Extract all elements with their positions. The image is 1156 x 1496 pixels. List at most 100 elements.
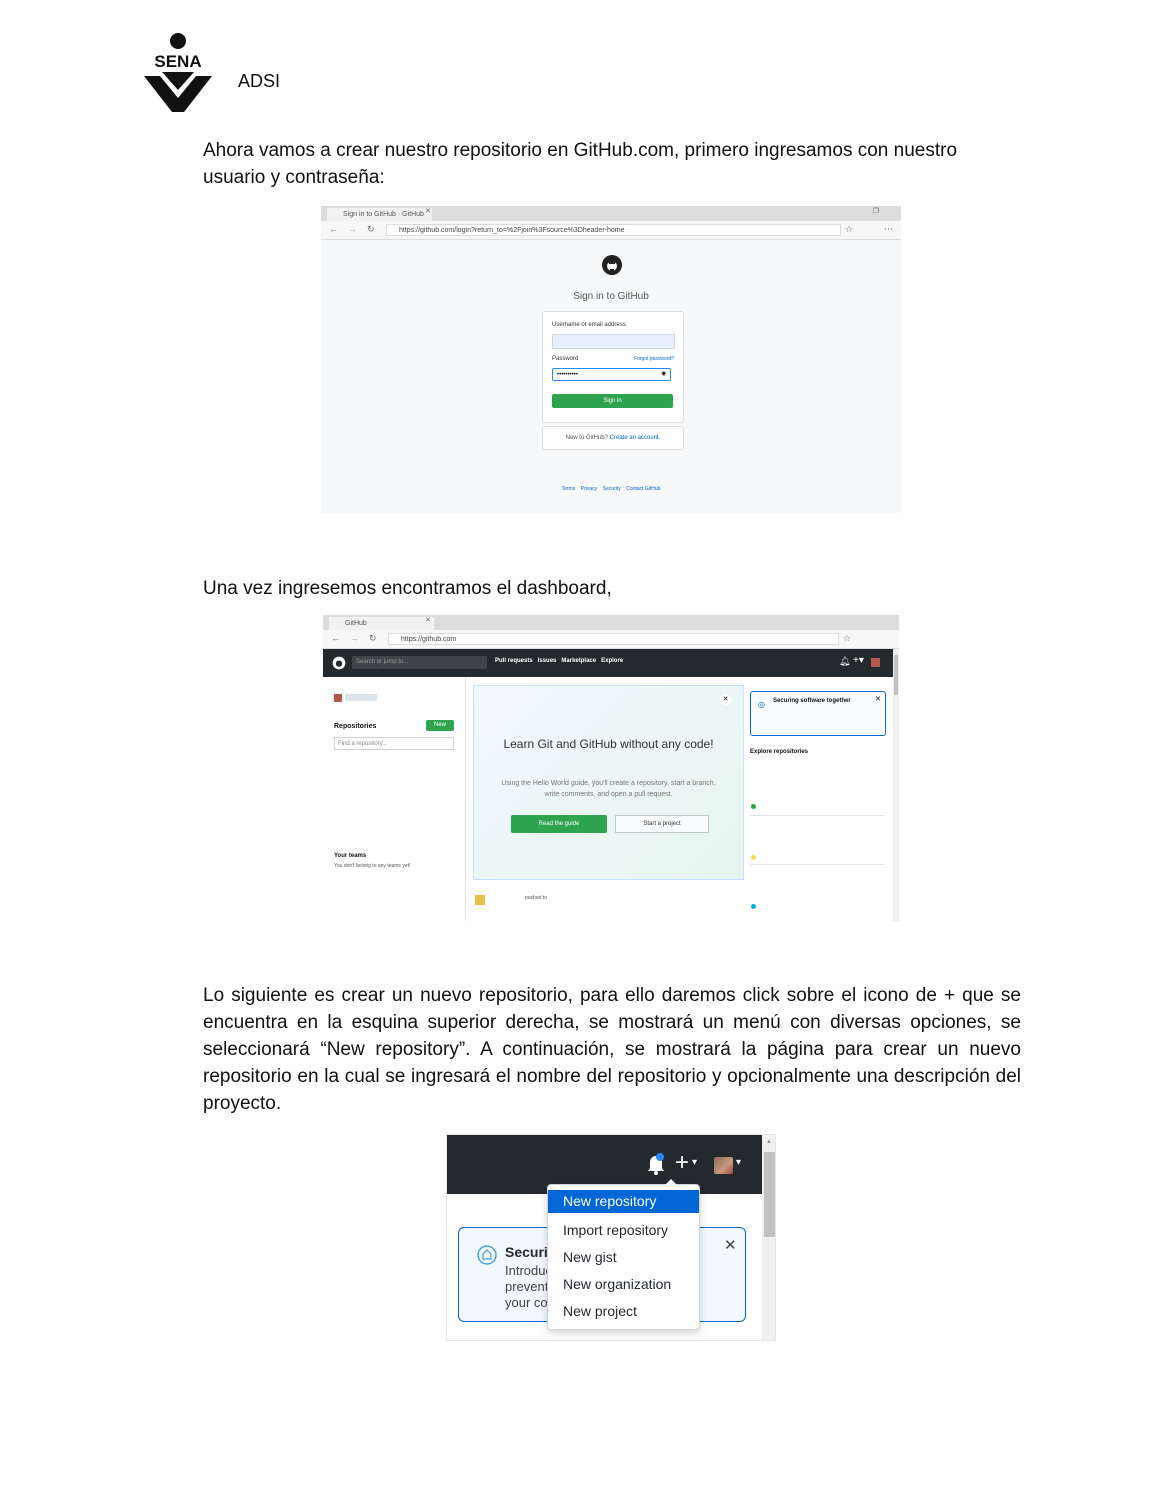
window-restore-icon[interactable]: ❐ [873,207,879,215]
password-input[interactable]: •••••••••• [552,368,671,381]
dashboard-screenshot: GitHub ✕ ← → ↻ https://github.com ☆ Sear… [323,615,899,921]
chevron-down-icon[interactable]: ▾ [692,1157,697,1168]
sena-logo-icon: SENA [144,33,212,112]
learn-text: Using the Hello World guide, you'll crea… [501,780,716,798]
tab-close-icon[interactable]: ✕ [425,616,431,624]
securing-title: Securing software together [773,698,851,704]
paragraph-dashboard: Una vez ingresemos encontramos el dashbo… [203,578,612,599]
search-input[interactable]: Search or jump to... [352,656,487,669]
avatar[interactable] [714,1157,733,1174]
github-octocat-icon[interactable] [332,656,346,670]
securing-card: ◎ Securing software together ✕ [750,691,886,736]
footer-link-privacy[interactable]: Privacy [581,486,597,492]
back-icon[interactable]: ← [331,633,340,643]
browser-tab[interactable]: GitHub [329,617,434,630]
explore-title: Explore repositories [750,749,809,755]
signin-heading: Sign in to GitHub [573,291,649,302]
language-dot [751,855,756,860]
shield-icon [477,1245,497,1265]
user-switcher[interactable] [345,694,377,701]
start-project-button[interactable]: Start a project [615,815,709,833]
browser-tabbar: GitHub ✕ [323,615,899,630]
username-label: Username or email address [552,322,626,328]
reload-icon[interactable]: ↻ [367,224,375,235]
footer-links: Terms Privacy Security Contact GitHub [321,486,901,492]
close-icon[interactable]: ✕ [875,695,881,703]
url-field[interactable]: https://github.com/login?return_to=%2Fjo… [386,224,841,236]
username-input[interactable] [552,334,675,349]
sena-logo: SENA [136,32,220,114]
plus-icon[interactable]: +▾ [853,655,864,666]
browser-tabbar: Sign in to GitHub · GitHub ✕ ❐ [321,206,901,221]
feed-item: pushed to [473,892,742,921]
close-icon[interactable]: ✕ [724,1236,737,1254]
new-repo-button[interactable]: New [426,720,454,731]
password-value: •••••••••• [557,372,579,378]
create-account-box: New to GitHub? Create an account. [542,426,684,450]
user-avatar[interactable] [334,694,342,702]
left-sidebar: Repositories New Find a repository... Yo… [323,677,466,921]
signin-screenshot: Sign in to GitHub · GitHub ✕ ❐ ← → ↻ htt… [321,206,901,513]
forward-icon[interactable]: → [348,224,357,234]
github-octocat-icon [602,255,622,275]
feed-avatar [475,895,485,905]
explore-divider [750,864,884,865]
chevron-down-icon[interactable]: ▾ [736,1157,741,1168]
login-form-box: Username or email address Password Forgo… [542,311,684,423]
learn-title: Learn Git and GitHub without any code! [503,737,714,751]
address-bar: ← → ↻ https://github.com/login?return_to… [321,221,901,240]
footer-link-contact[interactable]: Contact GitHub [626,486,660,492]
top-nav: Pull requests Issues Marketplace Explore [495,658,623,664]
language-dot [751,904,756,909]
menu-item-new-repository[interactable]: New repository [548,1190,699,1213]
footer-link-terms[interactable]: Terms [562,486,576,492]
close-icon[interactable]: ✕ [720,694,731,705]
create-account-link[interactable]: Create an account. [610,435,661,441]
paragraph-new-repo: Lo siguiente es crear un nuevo repositor… [203,985,1021,1114]
browser-tab[interactable]: Sign in to GitHub · GitHub [327,208,432,221]
star-icon[interactable]: ☆ [843,633,851,644]
teams-title: Your teams [334,853,367,859]
forward-icon[interactable]: → [350,633,359,643]
new-menu-screenshot: ▲ + ▾ ▾ Securin Introduc prevent your co… [446,1134,776,1341]
nav-explore[interactable]: Explore [601,658,623,664]
new-to-github-text: New to GitHub? [565,435,608,441]
menu-item-new-organization[interactable]: New organization [563,1276,671,1292]
reveal-password-icon[interactable]: ◉ [661,370,666,377]
menu-item-import-repository[interactable]: Import repository [563,1222,668,1238]
back-icon[interactable]: ← [329,224,338,234]
reload-icon[interactable]: ↻ [369,633,377,644]
repositories-label: Repositories [334,723,377,730]
logo-text: SENA [154,52,201,71]
feed-text: pushed to [525,895,547,901]
avatar[interactable] [871,658,880,667]
card-line: prevent [505,1279,549,1294]
nav-issues[interactable]: Issues [538,658,557,664]
menu-item-new-project[interactable]: New project [563,1303,637,1319]
notification-bell-icon[interactable] [645,1153,667,1177]
signin-button[interactable]: Sign in [552,394,673,408]
forgot-password-link[interactable]: Forgot password? [634,356,674,362]
new-dropdown-menu: New repository Import repository New gis… [547,1179,700,1330]
menu-caret [665,1179,677,1185]
learn-git-card: ✕ Learn Git and GitHub without any code!… [473,685,744,880]
password-label: Password [552,356,579,362]
page-scrollbar[interactable]: ▲ [762,1135,775,1340]
page-scrollbar[interactable] [893,649,899,921]
nav-marketplace[interactable]: Marketplace [561,658,596,664]
explore-divider [750,815,884,816]
github-header: Search or jump to... Pull requests Issue… [323,649,893,677]
teams-text: You don't belong to any teams yet! [334,863,411,869]
footer-link-security[interactable]: Security [603,486,621,492]
find-repository-input[interactable]: Find a repository... [334,737,454,750]
nav-pull-requests[interactable]: Pull requests [495,658,533,664]
more-icon[interactable]: ⋯ [884,224,893,235]
plus-icon[interactable]: + [675,1149,689,1177]
menu-item-new-gist[interactable]: New gist [563,1249,617,1265]
star-icon[interactable]: ☆ [845,224,853,235]
url-field[interactable]: https://github.com [388,633,839,645]
read-guide-button[interactable]: Read the guide [511,815,607,833]
shield-icon: ◎ [758,700,765,709]
tab-close-icon[interactable]: ✕ [425,207,431,215]
notification-bell-icon[interactable]: 🔔︎ [839,656,850,667]
